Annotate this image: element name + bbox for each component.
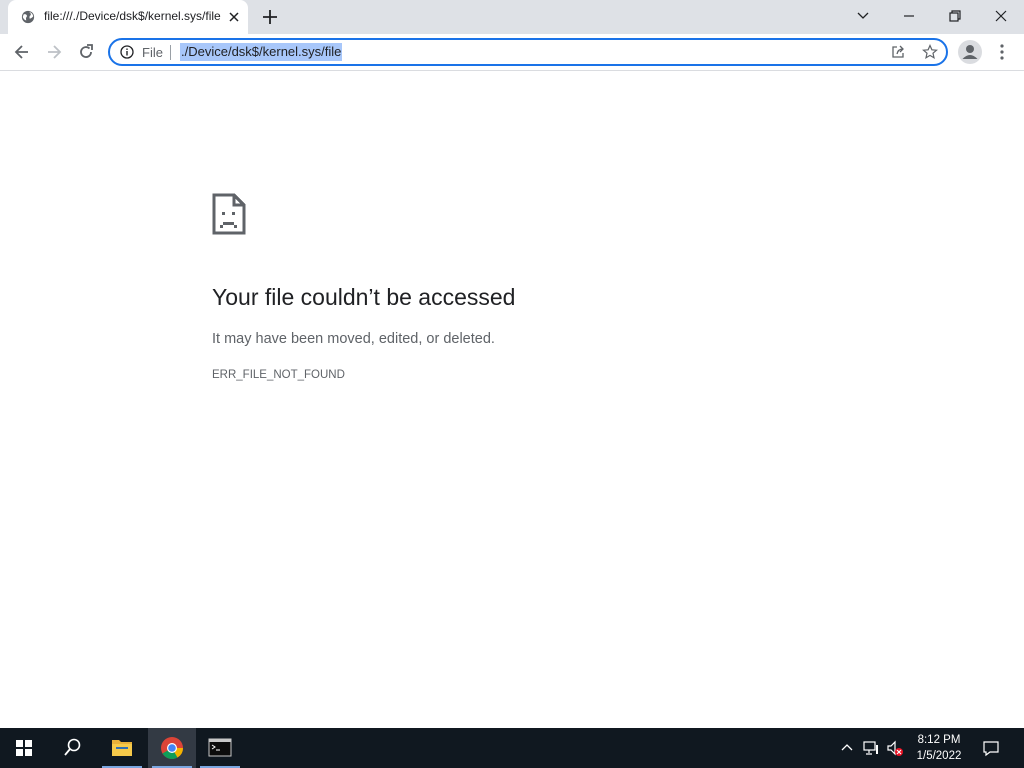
clock-date: 1/5/2022 <box>916 750 962 762</box>
search-button[interactable] <box>48 728 96 768</box>
star-icon[interactable] <box>922 44 938 60</box>
error-title: Your file couldn’t be accessed <box>212 284 516 310</box>
system-clock[interactable]: 8:12 PM 1/5/2022 <box>906 732 972 764</box>
network-icon[interactable] <box>862 739 880 757</box>
tab-strip: file:///./Device/dsk$/kernel.sys/file <box>0 0 1024 34</box>
terminal-icon <box>208 738 232 757</box>
start-button[interactable] <box>0 728 48 768</box>
arrow-right-icon[interactable] <box>44 42 64 62</box>
error-code: ERR_FILE_NOT_FOUND <box>212 369 345 381</box>
windows-start-icon <box>16 740 32 756</box>
taskbar: 8:12 PM 1/5/2022 <box>0 728 1024 768</box>
error-description: It may have been moved, edited, or delet… <box>212 331 495 347</box>
terminal-taskbar-button[interactable] <box>196 728 244 768</box>
chrome-taskbar-button[interactable] <box>148 728 196 768</box>
person-icon <box>962 45 978 59</box>
chevron-down-icon[interactable] <box>852 5 874 27</box>
security-chip-label[interactable]: File <box>142 45 163 60</box>
close-icon[interactable] <box>226 9 242 25</box>
tab-file[interactable]: file:///./Device/dsk$/kernel.sys/file <box>8 0 248 34</box>
file-explorer-button[interactable] <box>98 728 146 768</box>
close-window-icon[interactable] <box>990 5 1012 27</box>
volume-muted-icon[interactable] <box>886 739 904 757</box>
minimize-icon[interactable] <box>898 5 920 27</box>
info-icon[interactable] <box>120 45 134 59</box>
arrow-left-icon[interactable] <box>12 42 32 62</box>
browser-toolbar: File ./Device/dsk$/kernel.sys/file <box>0 34 1024 71</box>
chevron-up-icon[interactable] <box>838 739 856 757</box>
address-bar[interactable]: File ./Device/dsk$/kernel.sys/file <box>108 38 948 66</box>
url-text[interactable]: ./Device/dsk$/kernel.sys/file <box>180 43 343 61</box>
restore-icon[interactable] <box>944 5 966 27</box>
file-explorer-icon <box>112 740 132 756</box>
search-icon <box>64 738 81 756</box>
sad-file-icon <box>212 193 246 235</box>
reload-icon[interactable] <box>76 42 96 62</box>
plus-icon[interactable] <box>260 7 280 27</box>
profile-button[interactable] <box>958 40 982 64</box>
tab-title: file:///./Device/dsk$/kernel.sys/file <box>44 9 221 23</box>
action-center-icon[interactable] <box>982 739 1000 757</box>
chip-separator <box>170 45 171 60</box>
share-icon[interactable] <box>890 44 906 60</box>
chrome-icon <box>161 737 183 759</box>
kebab-menu-icon[interactable] <box>996 42 1008 62</box>
clock-time: 8:12 PM <box>917 734 961 746</box>
globe-icon <box>21 10 35 24</box>
